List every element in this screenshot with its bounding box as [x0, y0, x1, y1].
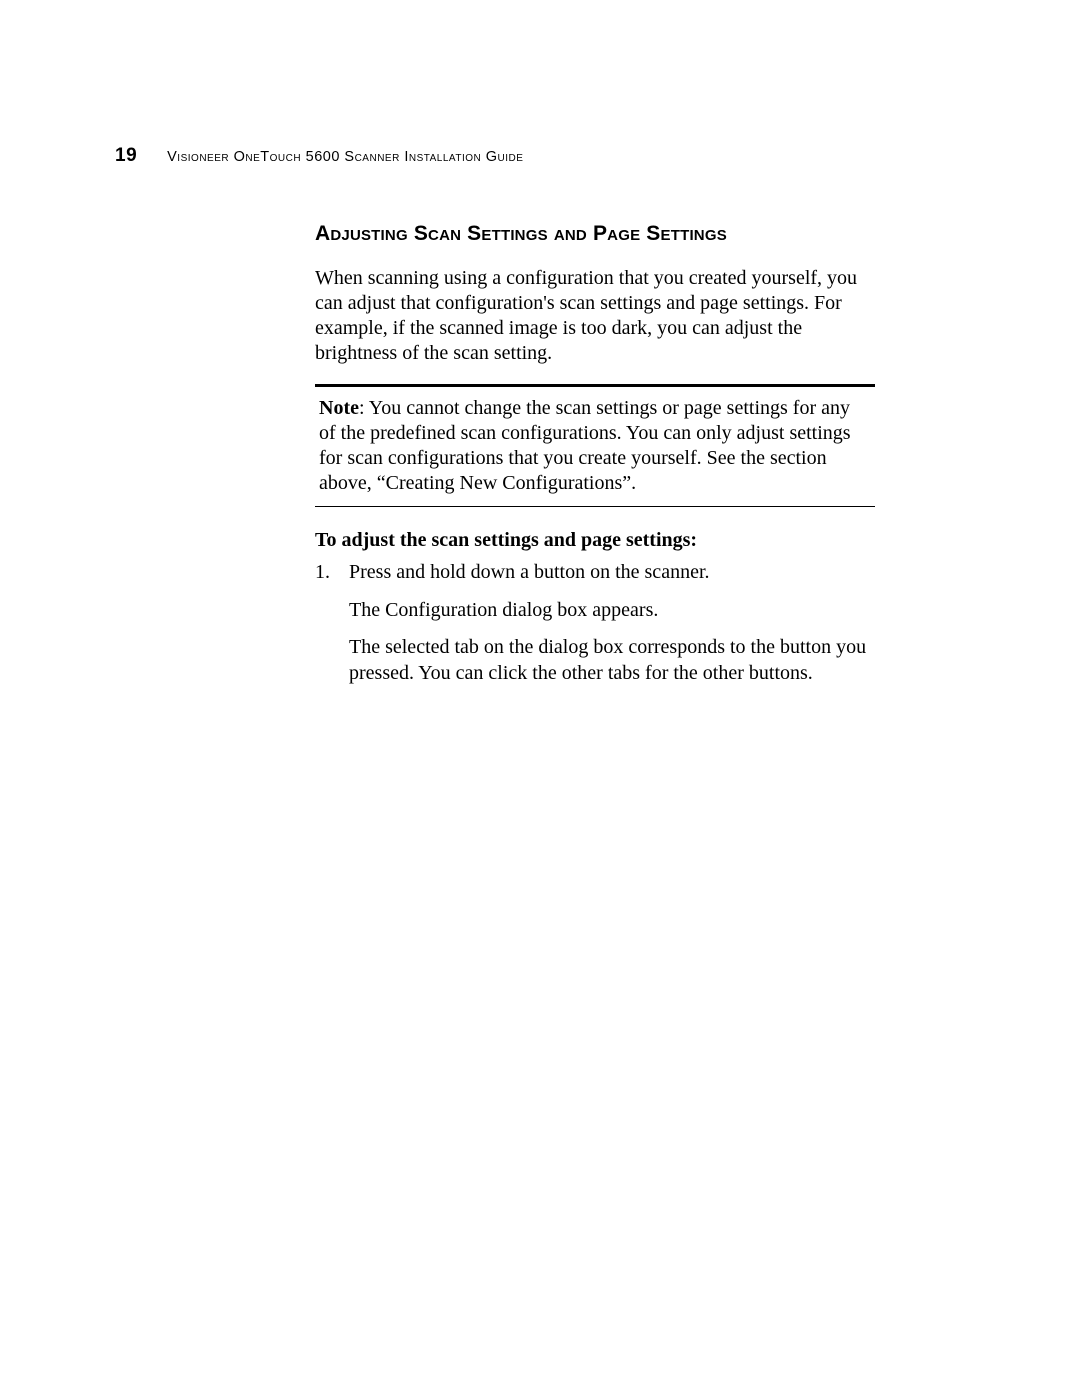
content-area: Adjusting Scan Settings and Page Setting…	[315, 222, 875, 686]
note-label: Note	[319, 397, 359, 419]
list-para-2: The selected tab on the dialog box corre…	[349, 635, 875, 686]
note-text: : You cannot change the scan settings or…	[319, 397, 851, 494]
section-heading: Adjusting Scan Settings and Page Setting…	[315, 222, 875, 246]
sub-heading: To adjust the scan settings and page set…	[315, 529, 875, 552]
page: 19 Visioneer OneTouch 5600 Scanner Insta…	[0, 0, 1080, 1397]
list-line-1: Press and hold down a button on the scan…	[349, 560, 875, 586]
list-item: 1. Press and hold down a button on the s…	[315, 560, 875, 686]
running-title: Visioneer OneTouch 5600 Scanner Installa…	[167, 149, 523, 165]
page-header: 19 Visioneer OneTouch 5600 Scanner Insta…	[115, 145, 960, 167]
list-body: Press and hold down a button on the scan…	[349, 560, 875, 686]
page-number: 19	[115, 145, 137, 167]
intro-paragraph: When scanning using a configuration that…	[315, 266, 875, 366]
note-box: Note: You cannot change the scan setting…	[315, 384, 875, 507]
list-para-1: The Configuration dialog box appears.	[349, 598, 875, 624]
list-number: 1.	[315, 560, 349, 686]
ordered-list: 1. Press and hold down a button on the s…	[315, 560, 875, 686]
